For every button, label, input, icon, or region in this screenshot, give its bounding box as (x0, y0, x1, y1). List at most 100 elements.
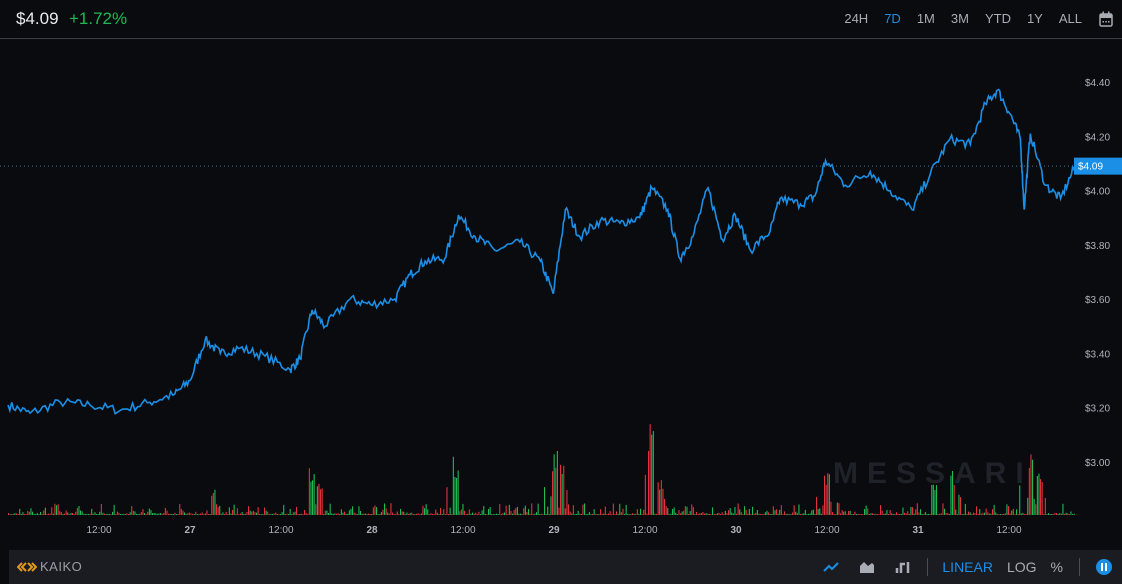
volume-bar (572, 505, 574, 515)
volume-bar (808, 513, 810, 515)
volume-bar (992, 509, 994, 515)
volume-bar (264, 507, 266, 515)
volume-bar (412, 514, 414, 515)
volume-bar (97, 514, 99, 515)
volume-bar (72, 513, 74, 515)
area-chart-icon[interactable] (859, 560, 875, 574)
x-tick-label: 30 (730, 525, 742, 536)
volume-bar (960, 497, 962, 515)
volume-bar (849, 511, 851, 515)
volume-bar (886, 510, 888, 515)
volume-bar (308, 468, 310, 515)
volume-bar (304, 510, 306, 515)
volume-bar (678, 510, 680, 515)
volume-bar (28, 511, 30, 515)
step-chart-icon[interactable] (895, 560, 911, 574)
volume-bar (1057, 513, 1059, 515)
volume-bar (723, 514, 725, 515)
volume-bar (787, 513, 789, 515)
volume-bar (145, 513, 147, 515)
scale-percent[interactable]: % (1051, 559, 1063, 575)
volume-bar (1038, 473, 1040, 515)
volume-bar (600, 509, 602, 515)
scale-log[interactable]: LOG (1007, 559, 1037, 575)
y-tick-label: $4.00 (1085, 187, 1110, 198)
volume-bar (548, 513, 550, 515)
price-chart[interactable]: MESSARI $4.40$4.20$4.00$3.80$3.60$3.40$3… (0, 40, 1122, 550)
range-all[interactable]: ALL (1059, 11, 1082, 26)
range-ytd[interactable]: YTD (985, 11, 1011, 26)
volume-bar (235, 514, 237, 515)
volume-bar (380, 512, 382, 515)
volume-bar (505, 505, 507, 515)
volume-bar (544, 487, 546, 515)
volume-bar (846, 514, 848, 515)
volume-bar (675, 512, 677, 515)
volume-bar (782, 513, 784, 515)
x-tick-label: 12:00 (997, 525, 1022, 536)
volume-bar (515, 508, 517, 515)
volume-bar (672, 508, 674, 515)
volume-bar (196, 514, 198, 515)
volume-bar (168, 513, 170, 515)
divider (927, 558, 929, 576)
volume-bar (881, 510, 883, 515)
volume-bar (836, 502, 838, 515)
pause-icon[interactable] (1096, 559, 1112, 575)
range-3m[interactable]: 3M (951, 11, 969, 26)
volume-bar (137, 514, 139, 515)
current-price-badge: $4.09 (1074, 157, 1122, 175)
y-tick-label: $3.80 (1085, 241, 1110, 252)
volume-bar (470, 513, 472, 515)
volume-bar (867, 508, 869, 515)
volume-bar (764, 512, 766, 515)
line-chart-icon[interactable] (823, 561, 840, 573)
volume-bar (195, 511, 197, 515)
volume-bar (305, 513, 307, 515)
volume-bar (356, 514, 358, 515)
volume-bar (83, 513, 85, 515)
volume-bar (963, 513, 965, 515)
volume-bar (683, 510, 685, 515)
volume-bar (942, 503, 944, 515)
volume-bar (273, 513, 275, 515)
range-24h[interactable]: 24H (844, 11, 868, 26)
volume-bar (929, 514, 931, 515)
volume-bar (160, 513, 162, 515)
volume-bar (974, 513, 976, 515)
volume-bar (840, 513, 842, 515)
volume-bar (777, 513, 779, 515)
volume-bar (457, 470, 459, 515)
volume-bar (542, 513, 544, 515)
volume-bar (947, 513, 949, 515)
range-1y[interactable]: 1Y (1027, 11, 1043, 26)
volume-bar (396, 511, 398, 515)
volume-bar (249, 510, 251, 515)
volume-bar (251, 511, 253, 515)
calendar-icon[interactable] (1099, 11, 1113, 27)
volume-bar (430, 513, 432, 515)
volume-bar (854, 511, 856, 515)
volume-bar (124, 514, 126, 515)
volume-bar (86, 513, 88, 515)
volume-bar (361, 514, 363, 515)
volume-bar (190, 513, 192, 515)
volume-bar (307, 513, 309, 515)
volume-bar (657, 482, 659, 515)
scale-linear[interactable]: LINEAR (942, 559, 993, 575)
volume-bar (748, 509, 750, 515)
volume-bar (107, 513, 109, 515)
volume-bar (531, 503, 533, 515)
range-1m[interactable]: 1M (917, 11, 935, 26)
volume-bar (329, 503, 331, 515)
volume-bar (771, 514, 773, 515)
volume-bar (200, 513, 202, 515)
volume-bar (864, 509, 866, 515)
volume-bar (398, 514, 400, 515)
volume-bar (144, 513, 146, 515)
volume-bar (920, 509, 922, 515)
volume-bar (651, 434, 653, 515)
range-7d[interactable]: 7D (884, 11, 901, 26)
volume-bar (552, 471, 554, 515)
volume-bar (152, 513, 154, 515)
